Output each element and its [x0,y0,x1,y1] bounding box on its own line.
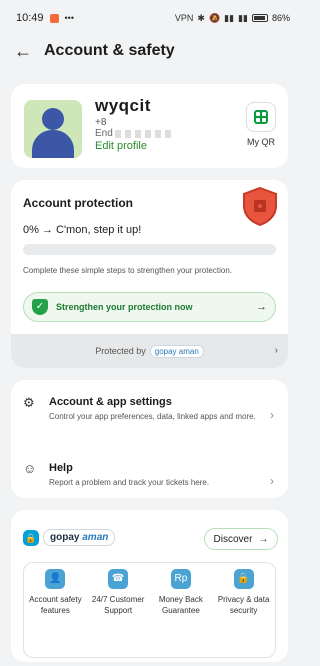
feature-item[interactable]: 🔒 Privacy & data security [212,563,275,657]
gopay-brand-suffix: aman [82,532,109,543]
protected-by-footer[interactable]: Protected by gopay aman › [11,334,288,368]
feature-label: 24/7 Customer Support [91,595,145,615]
discover-label: Discover [213,533,253,545]
discover-button[interactable]: Discover → [204,528,278,550]
gopay-aman-brand: 🔒 gopay aman [23,529,116,546]
strengthen-label: Strengthen your protection now [56,302,193,312]
status-bar: 10:49 ••• VPN ✱ 🔕 ▮▮ ▮▮ 86% [0,0,300,36]
help-desc: Report a problem and track your tickets … [49,478,210,487]
qr-icon [254,110,268,124]
settings-card: ⚙ Account & app settings Control your ap… [11,380,288,498]
strengthen-protection-button[interactable]: ✓ Strengthen your protection now → [23,292,276,322]
clock: 10:49 [16,12,44,24]
help-agent-icon: ☺ [23,461,37,476]
qr-button[interactable] [246,102,276,132]
qr-label: My QR [247,137,275,147]
protected-by-label: Protected by [95,346,146,356]
gopay-lock-icon: 🔒 [23,529,39,546]
user-shield-icon: 👤 [45,569,66,589]
gopay-aman-card: 🔒 gopay aman Discover → 👤 Account safety… [11,510,288,662]
vpn-icon: VPN [174,13,194,23]
chevron-right-icon: › [274,345,278,356]
settings-title: Account & app settings [49,396,172,408]
profile-card: wyqcit +8 End Edit profile My QR [11,84,288,168]
feature-item[interactable]: Rp Money Back Guarantee [150,563,213,657]
gopay-features: 👤 Account safety features ☎ 24/7 Custome… [23,562,276,658]
app-notification-icon [49,13,59,23]
support-headset-icon: ☎ [108,569,129,589]
arrow-right-icon: → [256,301,267,313]
settings-desc: Control your app preferences, data, link… [49,412,256,421]
protection-title: Account protection [23,196,133,210]
check-shield-icon: ✓ [32,299,48,315]
arrow-right-icon: → [258,533,269,545]
mute-icon: 🔕 [208,12,221,23]
feature-label: Account safety features [29,595,82,615]
gopay-aman-logo: gopay aman [149,344,204,358]
progress-text: 0% → C'mon, step it up! [23,224,142,236]
profile-status: End [95,128,175,139]
feature-label: Privacy & data security [217,595,270,615]
feature-label: Money Back Guarantee [158,595,203,615]
protection-steps-text: Complete these simple steps to strengthe… [23,266,232,275]
feature-item[interactable]: 👤 Account safety features [24,563,87,657]
help-row[interactable]: ☺ Help Report a problem and track your t… [11,450,288,506]
battery-icon [251,14,268,22]
shield-icon [243,186,277,226]
gopay-aman-wordmark: gopay aman [43,529,116,546]
back-arrow-icon[interactable]: ← [14,41,32,62]
avatar-head-shape [42,108,64,130]
profile-name: wyqcit [95,96,151,115]
help-title: Help [49,462,73,474]
account-app-settings-row[interactable]: ⚙ Account & app settings Control your ap… [11,384,288,440]
protection-progress-bar [23,244,276,255]
account-protection-card[interactable]: Account protection 0% → C'mon, step it u… [11,180,288,368]
battery-level: 86% [271,13,290,23]
profile-phone: +8 [95,117,107,128]
top-app-bar: ← Account & safety [0,36,300,66]
chevron-right-icon: › [270,408,274,422]
bluetooth-icon: ✱ [197,12,205,23]
page-title: Account & safety [44,42,175,59]
avatar-body-shape [32,130,74,158]
edit-profile-link[interactable]: Edit profile [95,140,147,152]
signal-icon: ▮▮ [224,12,235,23]
lock-icon: 🔒 [233,569,254,589]
gear-icon: ⚙ [23,395,35,410]
more-notifications-icon: ••• [64,13,74,23]
avatar[interactable] [24,100,82,158]
feature-item[interactable]: ☎ 24/7 Customer Support [87,563,150,657]
signal-icon-2: ▮▮ [238,12,248,23]
gopay-brand-name: gopay [50,532,80,543]
chevron-right-icon: › [270,474,274,488]
money-back-icon: Rp [170,569,191,589]
